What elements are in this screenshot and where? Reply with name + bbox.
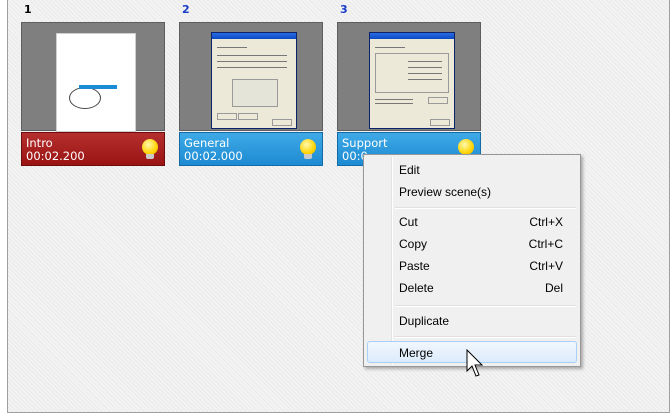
- context-menu: Edit Preview scene(s) Cut Ctrl+X Copy Ct…: [363, 154, 581, 367]
- menu-item-label: Edit: [399, 163, 420, 177]
- menu-item-preview-scenes[interactable]: Preview scene(s): [367, 181, 577, 203]
- scene-thumbnail[interactable]: [179, 22, 323, 131]
- lightbulb-icon[interactable]: [142, 139, 158, 161]
- menu-item-label: Preview scene(s): [399, 185, 492, 199]
- menu-item-label: Cut: [399, 215, 418, 229]
- menu-item-paste[interactable]: Paste Ctrl+V: [367, 255, 577, 277]
- menu-item-cut[interactable]: Cut Ctrl+X: [367, 211, 577, 233]
- menu-item-shortcut: Ctrl+V: [529, 259, 563, 273]
- scene-number: 3: [340, 3, 348, 16]
- menu-item-shortcut: Ctrl+C: [528, 237, 563, 251]
- scene-caption[interactable]: Intro 00:02.200: [21, 132, 165, 166]
- menu-item-label: Duplicate: [399, 314, 450, 328]
- menu-item-copy[interactable]: Copy Ctrl+C: [367, 233, 577, 255]
- menu-item-label: Paste: [399, 259, 430, 273]
- menu-item-duplicate[interactable]: Duplicate: [367, 310, 577, 332]
- scene-number: 2: [182, 3, 190, 16]
- scene-thumbnail[interactable]: [21, 22, 165, 132]
- menu-separator: [395, 336, 576, 338]
- mouse-pointer-icon: [466, 349, 484, 377]
- page-preview: [56, 33, 136, 132]
- scene-number: 1: [24, 3, 32, 16]
- menu-separator: [395, 305, 576, 307]
- scene-thumbnail[interactable]: [337, 22, 481, 131]
- menu-item-label: Merge: [399, 346, 434, 360]
- lightbulb-icon[interactable]: [300, 139, 316, 161]
- menu-item-shortcut: Ctrl+X: [529, 215, 563, 229]
- menu-item-delete[interactable]: Delete Del: [367, 277, 577, 299]
- scene-caption[interactable]: General 00:02.000: [179, 132, 323, 166]
- menu-item-label: Copy: [399, 237, 428, 251]
- menu-item-edit[interactable]: Edit: [367, 159, 577, 181]
- window-preview: [369, 32, 455, 129]
- menu-item-shortcut: Del: [544, 281, 563, 295]
- menu-item-label: Delete: [399, 281, 434, 295]
- menu-separator: [395, 207, 576, 209]
- window-preview: [211, 32, 297, 129]
